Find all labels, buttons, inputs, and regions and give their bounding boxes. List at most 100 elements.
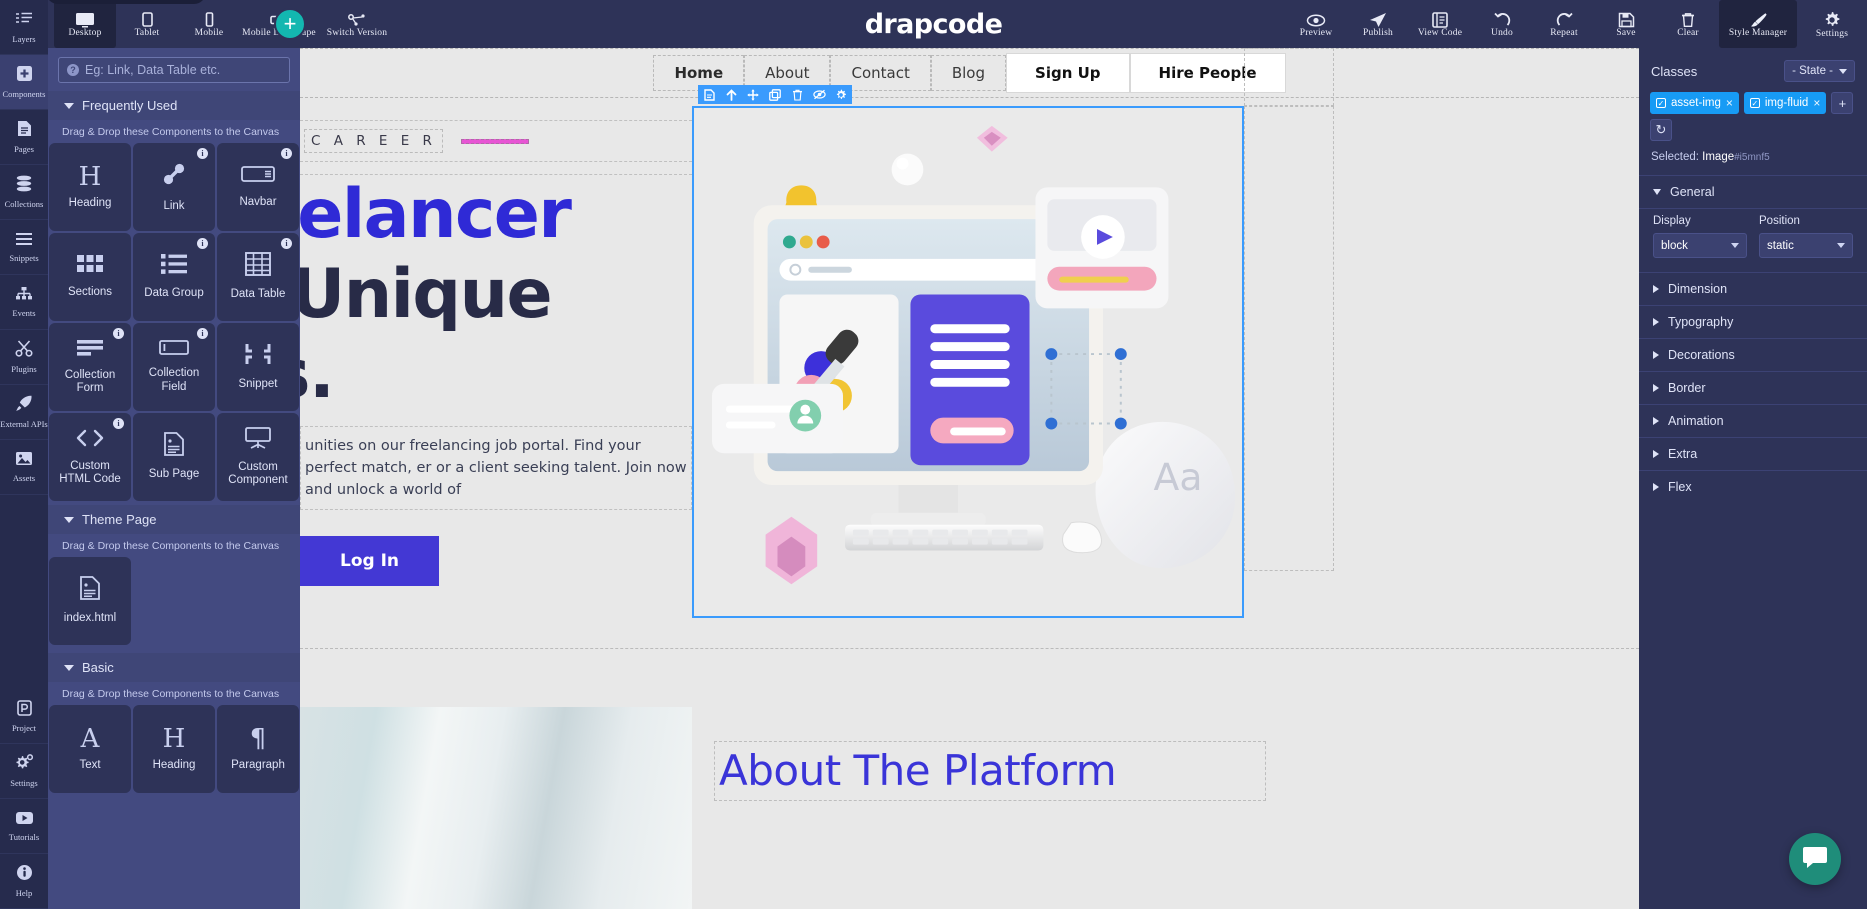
sidebar-item-snippets[interactable]: Snippets — [0, 220, 48, 275]
hero-eyebrow[interactable]: C A R E E R — [304, 129, 444, 153]
page-icon — [17, 120, 32, 142]
info-icon[interactable]: i — [113, 418, 124, 429]
component-collection-form[interactable]: i Collection Form — [49, 323, 131, 411]
hero-login-button[interactable]: Log In — [300, 535, 440, 586]
add-class-button[interactable]: + — [1831, 92, 1854, 114]
component-heading[interactable]: H Heading — [49, 143, 131, 231]
accordion-border[interactable]: Border — [1639, 371, 1867, 404]
accordion-extra[interactable]: Extra — [1639, 437, 1867, 470]
add-component-button[interactable]: + — [274, 8, 306, 40]
component-collection-field[interactable]: i Collection Field — [133, 323, 215, 411]
preview-button[interactable]: Preview — [1285, 0, 1347, 48]
sidebar-item-tutorials[interactable]: Tutorials — [0, 799, 48, 854]
settings-button[interactable]: Settings — [1797, 0, 1867, 48]
info-icon[interactable]: i — [281, 238, 292, 249]
switch-version-button[interactable]: Switch Version — [318, 0, 396, 48]
gear-icon[interactable] — [830, 85, 852, 104]
clear-button[interactable]: Clear — [1657, 0, 1719, 48]
hero-paragraph[interactable]: unities on our freelancing job portal. F… — [300, 425, 692, 510]
component-navbar[interactable]: i Navbar — [217, 143, 299, 231]
component-data-table[interactable]: i Data Table — [217, 233, 299, 321]
accordion-extra-label: Extra — [1668, 447, 1698, 461]
class-chip-asset-img[interactable]: ✓ asset-img × — [1650, 92, 1739, 114]
design-canvas[interactable]: Home About Contact Blog Sign Up Hire Peo… — [300, 48, 1639, 909]
accordion-general[interactable]: General — [1639, 175, 1867, 208]
device-desktop[interactable]: Desktop — [54, 0, 116, 48]
state-select[interactable]: - State - — [1784, 60, 1855, 82]
about-section[interactable]: About The Platform — [714, 741, 1266, 802]
chat-widget-button[interactable] — [1789, 833, 1841, 885]
accordion-animation[interactable]: Animation — [1639, 404, 1867, 437]
view-code-button[interactable]: View Code — [1409, 0, 1471, 48]
component-link[interactable]: i Link — [133, 143, 215, 231]
info-icon[interactable]: i — [281, 148, 292, 159]
hero-title-line-2[interactable]: & Unique — [300, 255, 692, 335]
sidebar-item-components[interactable]: Components — [0, 55, 48, 110]
nav-button-sign-up[interactable]: Sign Up — [1006, 53, 1130, 93]
component-snippet[interactable]: Snippet — [217, 323, 299, 411]
move-icon[interactable] — [742, 85, 764, 104]
sidebar-item-assets[interactable]: Assets — [0, 440, 48, 495]
style-manager-button[interactable]: Style Manager — [1719, 0, 1797, 48]
select-parent-icon[interactable] — [698, 85, 720, 104]
sidebar-item-external-apis[interactable]: External APIs — [0, 385, 48, 440]
accordion-dimension[interactable]: Dimension — [1639, 272, 1867, 305]
component-paragraph[interactable]: ¶ Paragraph — [217, 705, 299, 793]
sidebar-item-plugins[interactable]: Plugins — [0, 330, 48, 385]
section-header-frequently-used[interactable]: Frequently Used — [48, 91, 300, 120]
component-text[interactable]: A Text — [49, 705, 131, 793]
classes-label: Classes — [1651, 63, 1698, 79]
component-custom-component[interactable]: Custom Component — [217, 413, 299, 501]
info-icon[interactable]: i — [197, 328, 208, 339]
component-index-html[interactable]: index.html — [49, 557, 131, 645]
sync-class-button[interactable]: ↻ — [1650, 119, 1672, 141]
component-data-group[interactable]: i Data Group — [133, 233, 215, 321]
search-input[interactable] — [85, 63, 281, 77]
sidebar-item-pages[interactable]: Pages — [0, 110, 48, 165]
undo-button[interactable]: Undo — [1471, 0, 1533, 48]
trash-icon[interactable] — [786, 85, 808, 104]
chevron-down-icon — [1653, 189, 1661, 195]
save-button[interactable]: Save — [1595, 0, 1657, 48]
info-icon[interactable]: i — [197, 148, 208, 159]
section-header-basic[interactable]: Basic — [48, 653, 300, 682]
arrow-up-icon[interactable] — [720, 85, 742, 104]
info-icon[interactable]: i — [113, 328, 124, 339]
hero-image-selected[interactable]: Aa — [692, 106, 1244, 618]
nav-link-blog[interactable]: Blog — [930, 55, 1007, 91]
sidebar-item-project[interactable]: Project — [0, 689, 48, 744]
checkbox-icon[interactable]: ✓ — [1749, 98, 1760, 108]
component-custom-html-code[interactable]: i Custom HTML Code — [49, 413, 131, 501]
component-sections[interactable]: Sections — [49, 233, 131, 321]
sidebar-item-events[interactable]: Events — [0, 275, 48, 330]
sidebar-item-settings[interactable]: Settings — [0, 744, 48, 799]
class-chip-img-fluid[interactable]: ✓ img-fluid × — [1743, 92, 1827, 114]
eye-slash-icon[interactable] — [808, 85, 830, 104]
about-title[interactable]: About The Platform — [719, 747, 1261, 794]
device-mobile[interactable]: Mobile — [178, 0, 240, 48]
component-sub-page[interactable]: Sub Page — [133, 413, 215, 501]
component-heading-basic[interactable]: H Heading — [133, 705, 215, 793]
checkbox-icon[interactable]: ✓ — [1656, 98, 1666, 108]
repeat-button[interactable]: Repeat — [1533, 0, 1595, 48]
gears-icon — [15, 754, 34, 776]
close-icon[interactable]: × — [1813, 96, 1820, 110]
accordion-flex[interactable]: Flex — [1639, 470, 1867, 503]
close-icon[interactable]: × — [1726, 96, 1733, 110]
copy-icon[interactable] — [764, 85, 786, 104]
sidebar-item-help[interactable]: Help — [0, 854, 48, 909]
sidebar-item-collections[interactable]: Collections — [0, 165, 48, 220]
accordion-typography[interactable]: Typography — [1639, 305, 1867, 338]
position-select[interactable]: static — [1759, 233, 1853, 258]
section-header-theme-page[interactable]: Theme Page — [48, 505, 300, 534]
info-icon[interactable]: i — [197, 238, 208, 249]
hero-title-line-3[interactable]: s. — [300, 335, 692, 415]
selected-element-line: Selected: Image#i5mnf5 — [1639, 149, 1867, 175]
sidebar-item-layers[interactable]: Layers — [0, 0, 48, 55]
device-tablet[interactable]: Tablet — [116, 0, 178, 48]
accordion-decorations[interactable]: Decorations — [1639, 338, 1867, 371]
display-select[interactable]: block — [1653, 233, 1747, 258]
publish-button[interactable]: Publish — [1347, 0, 1409, 48]
hero-title-line-1[interactable]: Freelancer — [300, 175, 692, 255]
search-box[interactable]: ? — [58, 57, 290, 83]
